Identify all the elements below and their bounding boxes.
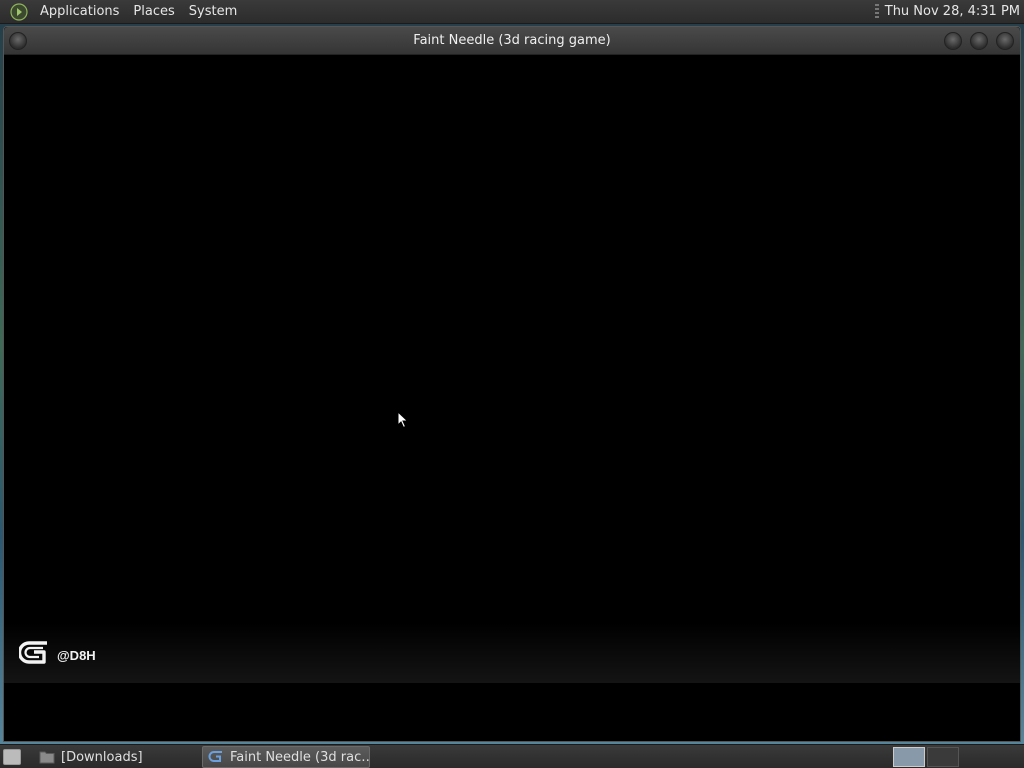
close-button[interactable] (996, 32, 1014, 50)
gdevelop-icon (208, 749, 224, 765)
bottom-panel: [Downloads] Faint Needle (3d rac… (0, 744, 1024, 768)
workspace-2[interactable] (927, 747, 959, 767)
mouse-pointer-icon (397, 410, 409, 433)
main-menu-icon[interactable] (9, 2, 29, 22)
workspace-1[interactable] (893, 747, 925, 767)
splash-strip (4, 623, 1020, 683)
applications-menu[interactable]: Applications (33, 0, 126, 24)
gdevelop-logo-icon (17, 640, 51, 670)
show-desktop-icon[interactable] (3, 749, 21, 765)
minimize-button[interactable] (944, 32, 962, 50)
splash-logo: @D8H (17, 640, 96, 670)
taskbar-item-downloads[interactable]: [Downloads] (34, 746, 198, 768)
game-canvas[interactable]: @D8H (4, 55, 1020, 741)
system-menu[interactable]: System (182, 0, 244, 24)
taskbar-item-label: Faint Needle (3d rac… (230, 749, 370, 765)
clock[interactable]: Thu Nov 28, 4:31 PM (885, 4, 1024, 19)
places-menu[interactable]: Places (126, 0, 181, 24)
game-window: Faint Needle (3d racing game) @D8H (3, 26, 1021, 742)
window-titlebar[interactable]: Faint Needle (3d racing game) (4, 27, 1020, 55)
taskbar-item-label: [Downloads] (61, 749, 143, 765)
panel-separator (874, 3, 879, 20)
window-menu-button[interactable] (9, 32, 27, 50)
taskbar-item-game[interactable]: Faint Needle (3d rac… (202, 746, 370, 768)
top-panel: Applications Places System Thu Nov 28, 4… (0, 0, 1024, 24)
splash-credit-text: @D8H (57, 647, 96, 663)
folder-icon (39, 749, 55, 765)
maximize-button[interactable] (970, 32, 988, 50)
window-title: Faint Needle (3d racing game) (413, 33, 611, 48)
